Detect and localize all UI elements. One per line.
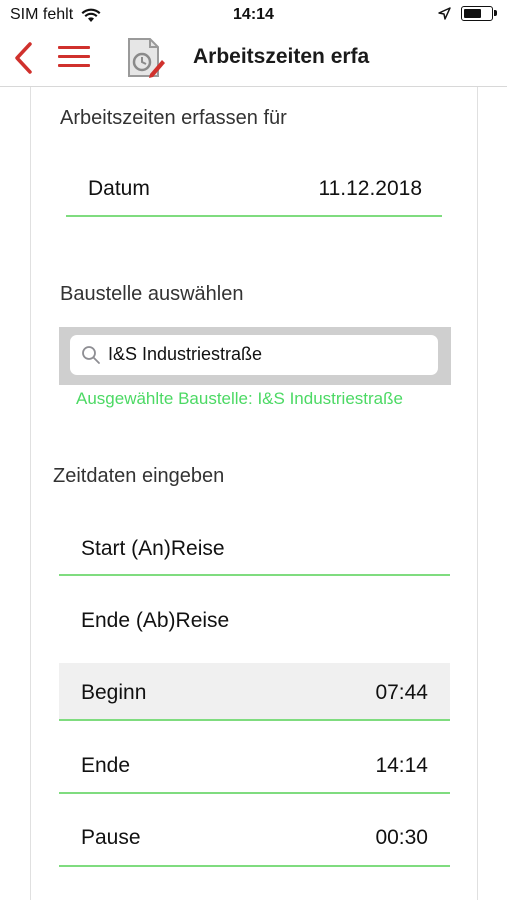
row-label: Beginn <box>81 681 147 704</box>
nav-bar: Arbeitszeiten erfa <box>0 30 507 87</box>
menu-bar-top <box>58 46 90 49</box>
selected-site-text: Ausgewählte Baustelle: I&S Industriestra… <box>76 389 403 408</box>
timesheet-logo-icon <box>128 38 165 78</box>
row-divider <box>59 719 450 721</box>
page-title: Arbeitszeiten erfa <box>193 45 370 68</box>
hamburger-menu-icon[interactable] <box>58 46 90 70</box>
row-value: 00:30 <box>375 826 428 849</box>
site-search-input[interactable]: I&S Industriestraße <box>70 335 438 375</box>
status-right <box>438 6 497 21</box>
row-label: Ende <box>81 754 131 777</box>
battery-icon <box>461 6 497 21</box>
menu-bar-middle <box>58 55 90 58</box>
date-value[interactable]: 11.12.2018 <box>318 177 422 201</box>
battery-fill <box>464 9 481 18</box>
row-divider <box>59 792 450 794</box>
heading-baustelle: Baustelle auswählen <box>60 283 244 305</box>
date-divider <box>66 215 442 217</box>
row-label: Ende (Ab)Reise <box>81 609 230 632</box>
heading-zeitdaten: Zeitdaten eingeben <box>53 465 225 487</box>
row-value: 14:14 <box>375 754 428 777</box>
menu-bar-bottom <box>58 64 90 67</box>
date-label: Datum <box>88 177 150 200</box>
row-divider <box>59 865 450 867</box>
row-value: 07:44 <box>375 681 428 704</box>
search-value: I&S Industriestraße <box>108 344 263 364</box>
row-label: Pause <box>81 826 141 849</box>
status-time: 14:14 <box>233 6 274 23</box>
site-search-bar: I&S Industriestraße <box>59 327 451 385</box>
back-chevron-icon[interactable] <box>8 40 38 76</box>
row-label: Start (An)Reise <box>81 537 225 560</box>
location-arrow-icon <box>438 7 451 20</box>
form-container: Arbeitszeiten erfassen für Datum 11.12.2… <box>30 87 478 900</box>
status-bar: SIM fehlt 14:14 <box>0 0 507 30</box>
row-beginn[interactable]: Beginn 07:44 <box>59 663 450 719</box>
heading-erfassen-fuer: Arbeitszeiten erfassen für <box>60 107 287 129</box>
row-divider <box>59 574 450 576</box>
search-icon <box>82 346 100 364</box>
